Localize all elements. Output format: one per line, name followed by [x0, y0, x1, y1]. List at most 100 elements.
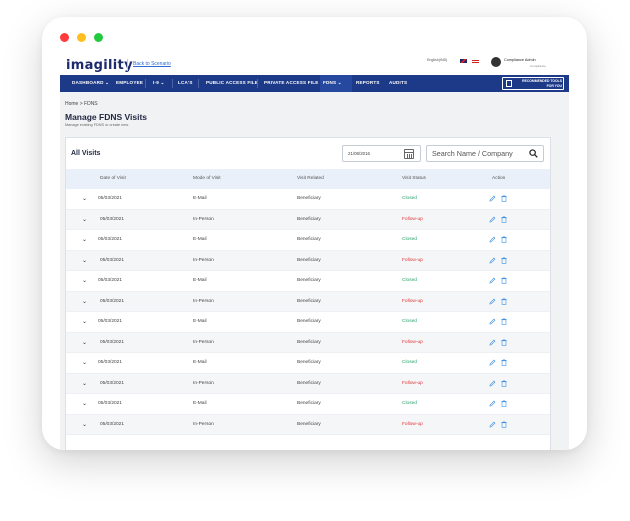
chevron-down-icon[interactable]: ⌄ — [82, 359, 87, 366]
minimize-window-button[interactable] — [77, 33, 86, 42]
table-row[interactable]: ⌄ 05/03/2021 E-Mail Beneficiary Closed — [66, 189, 550, 210]
maximize-window-button[interactable] — [94, 33, 103, 42]
cell-date: 05/03/2021 — [100, 339, 125, 345]
close-window-button[interactable] — [60, 33, 69, 42]
calendar-icon[interactable] — [404, 149, 414, 159]
cell-related: Beneficiary — [297, 380, 321, 386]
cell-related: Beneficiary — [297, 319, 321, 324]
cell-date: 05/03/2021 — [100, 298, 125, 304]
chevron-down-icon[interactable]: ⌄ — [82, 236, 87, 243]
flag-icon-us[interactable] — [472, 59, 479, 63]
pencil-icon[interactable] — [489, 400, 496, 407]
trash-icon[interactable] — [501, 256, 507, 264]
table-row[interactable]: ⌄ 05/03/2021 In-Person Beneficiary Follow-up — [66, 373, 550, 394]
trash-icon[interactable] — [501, 277, 507, 284]
cell-date: 05/03/2021 — [100, 380, 125, 386]
pencil-icon[interactable] — [489, 380, 496, 387]
cell-status: Follow-up — [402, 298, 423, 304]
chevron-down-icon[interactable]: ⌄ — [82, 298, 87, 305]
pencil-icon[interactable] — [489, 195, 496, 202]
search-input[interactable]: Search Name / Company — [426, 145, 544, 162]
trash-icon[interactable] — [501, 195, 507, 202]
search-icon[interactable] — [529, 149, 538, 158]
nav-item-lcas[interactable]: LCA'S — [178, 80, 193, 85]
recommended-tools-button[interactable]: RECOMMENDED TOOLS FOR YOU — [502, 77, 564, 90]
trash-icon[interactable] — [501, 318, 507, 325]
cell-status: Closed — [402, 401, 417, 406]
cell-related: Beneficiary — [297, 278, 321, 283]
chevron-down-icon[interactable]: ⌄ — [82, 421, 87, 428]
column-header-related[interactable]: Visit Related — [297, 176, 324, 181]
pencil-icon[interactable] — [489, 216, 496, 223]
nav-divider — [172, 79, 173, 88]
column-header-status[interactable]: Visit Status — [402, 176, 426, 181]
user-name[interactable]: Compliance Admin — [504, 58, 536, 62]
trash-icon[interactable] — [501, 420, 507, 428]
pencil-icon[interactable] — [489, 318, 496, 325]
nav-item-private-access-file[interactable]: PRIVATE ACCESS FILE — [264, 80, 319, 85]
page-subtitle: Manage existing FDNS or create new. — [65, 123, 129, 127]
nav-item-public-access-file[interactable]: PUBLIC ACCESS FILE — [206, 80, 258, 85]
date-filter-input[interactable]: 21/08/2016 — [342, 145, 421, 162]
cell-mode: In-Person — [193, 380, 214, 386]
nav-divider — [145, 79, 146, 88]
trash-icon[interactable] — [501, 379, 507, 387]
chevron-down-icon[interactable]: ⌄ — [82, 257, 87, 264]
back-to-scenario-link[interactable]: Back to Scenario — [133, 61, 171, 67]
nav-item-i9[interactable]: I-9 ⌄ — [153, 80, 165, 86]
cell-mode: E-Mail — [193, 319, 207, 324]
language-selector[interactable]: English(IND) — [427, 58, 447, 62]
pencil-icon[interactable] — [489, 277, 496, 284]
nav-item-dashboard[interactable]: DASHBOARD ⌄ — [72, 80, 109, 86]
table-row[interactable]: ⌄ 05/03/2021 E-Mail Beneficiary Closed — [66, 230, 550, 251]
column-header-mode[interactable]: Mode of Visit — [193, 176, 221, 181]
trash-icon[interactable] — [501, 400, 507, 407]
table-row[interactable]: ⌄ 05/03/2021 In-Person Beneficiary Follow-up — [66, 209, 550, 230]
avatar[interactable] — [491, 57, 501, 67]
pencil-icon[interactable] — [489, 257, 496, 264]
trash-icon[interactable] — [501, 215, 507, 223]
app-window: imagility Back to Scenario English(IND) … — [42, 17, 587, 450]
table-row[interactable]: ⌄ 05/03/2021 E-Mail Beneficiary Closed — [66, 312, 550, 333]
cell-status: Follow-up — [402, 421, 423, 427]
nav-item-employee[interactable]: EMPLOYEE — [116, 80, 143, 85]
table-row[interactable]: ⌄ 05/03/2021 E-Mail Beneficiary Closed — [66, 353, 550, 374]
pencil-icon[interactable] — [489, 421, 496, 428]
column-header-action: Action — [492, 176, 506, 181]
pencil-icon[interactable] — [489, 236, 496, 243]
logo[interactable]: imagility — [66, 58, 133, 73]
pencil-icon[interactable] — [489, 359, 496, 366]
nav-item-fdns[interactable]: FDNS ⌄ — [323, 80, 342, 86]
chevron-down-icon[interactable]: ⌄ — [82, 216, 87, 223]
chevron-down-icon[interactable]: ⌄ — [82, 277, 87, 284]
pencil-icon[interactable] — [489, 298, 496, 305]
breadcrumb[interactable]: Home > FDNS — [65, 101, 98, 107]
nav-item-audits[interactable]: AUDITS — [389, 80, 407, 85]
visits-table: Date of Visit Mode of Visit Visit Relate… — [66, 169, 550, 435]
table-row[interactable]: ⌄ 05/03/2021 E-Mail Beneficiary Closed — [66, 271, 550, 292]
chevron-down-icon[interactable]: ⌄ — [82, 318, 87, 325]
flag-icon-uk[interactable] — [460, 59, 467, 63]
cell-mode: E-Mail — [193, 196, 207, 201]
cell-status: Closed — [402, 237, 417, 242]
chevron-down-icon[interactable]: ⌄ — [82, 400, 87, 407]
table-row[interactable]: ⌄ 05/03/2021 In-Person Beneficiary Follow-up — [66, 250, 550, 271]
table-row[interactable]: ⌄ 05/03/2021 In-Person Beneficiary Follow-up — [66, 332, 550, 353]
table-row[interactable]: ⌄ 05/03/2021 E-Mail Beneficiary Closed — [66, 394, 550, 415]
column-header-date[interactable]: Date of Visit — [100, 176, 126, 181]
cell-status: Closed — [402, 319, 417, 324]
table-row[interactable]: ⌄ 05/03/2021 In-Person Beneficiary Follow-up — [66, 291, 550, 312]
table-row[interactable]: ⌄ 05/03/2021 In-Person Beneficiary Follow-up — [66, 414, 550, 435]
trash-icon[interactable] — [501, 297, 507, 305]
chevron-down-icon[interactable]: ⌄ — [82, 339, 87, 346]
nav-item-reports[interactable]: REPORTS — [356, 80, 380, 85]
pencil-icon[interactable] — [489, 339, 496, 346]
search-placeholder: Search Name / Company — [432, 149, 513, 158]
chevron-down-icon[interactable]: ⌄ — [82, 195, 87, 202]
chevron-down-icon[interactable]: ⌄ — [82, 380, 87, 387]
cell-mode: In-Person — [193, 216, 214, 222]
cell-date: 05/03/2021 — [98, 360, 123, 365]
trash-icon[interactable] — [501, 359, 507, 366]
trash-icon[interactable] — [501, 236, 507, 243]
trash-icon[interactable] — [501, 338, 507, 346]
